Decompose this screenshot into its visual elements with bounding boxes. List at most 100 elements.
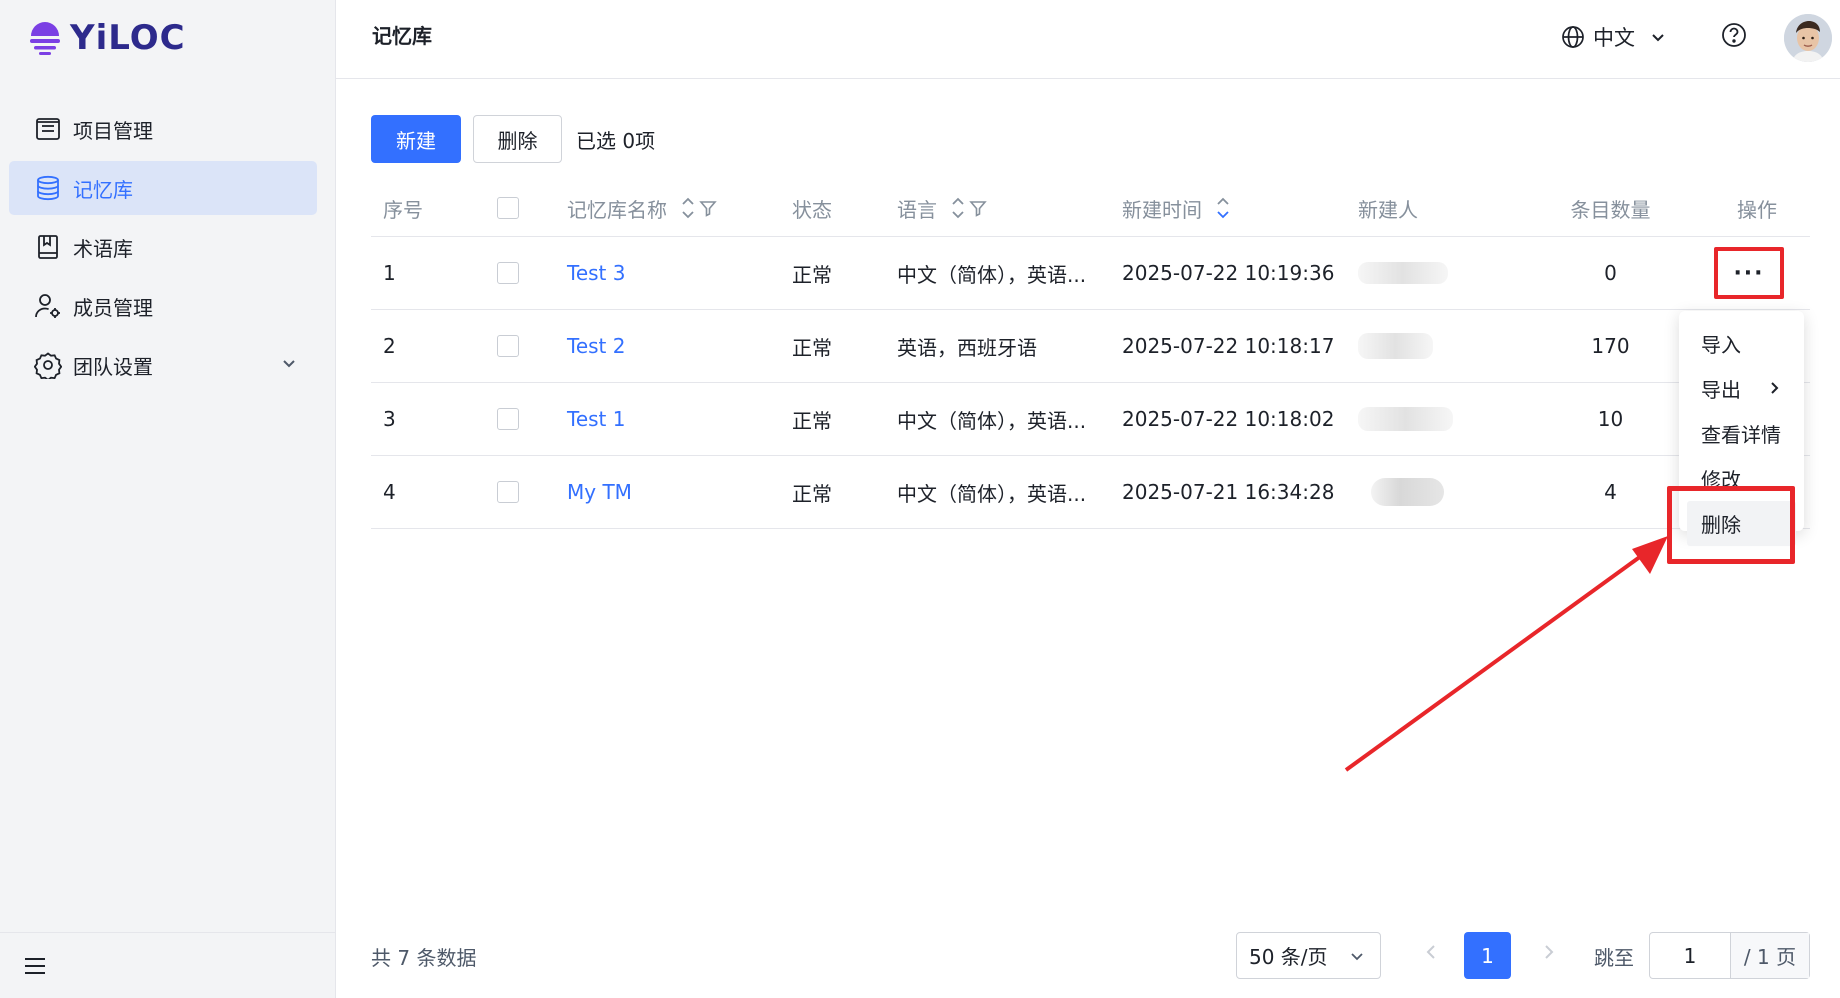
sort-icon[interactable]	[951, 195, 965, 221]
memory-name-link[interactable]: My TM	[567, 456, 632, 528]
row-language: 中文（简体），英语...	[897, 262, 1087, 287]
row-status: 正常	[792, 335, 832, 360]
sidebar-item-label: 术语库	[73, 236, 133, 261]
chevron-down-icon	[1652, 34, 1664, 42]
sidebar-item-memory[interactable]: 记忆库	[9, 161, 317, 215]
row-created-time: 2025-07-22 10:18:02	[1122, 407, 1335, 431]
jump-page-input[interactable]: 1	[1650, 933, 1731, 978]
new-button[interactable]: 新建	[371, 115, 461, 163]
select-all-checkbox[interactable]	[497, 180, 519, 236]
col-language[interactable]: 语言	[897, 180, 987, 236]
row-status: 正常	[792, 481, 832, 506]
row-created-time: 2025-07-22 10:18:17	[1122, 334, 1335, 358]
blurred-creator	[1358, 407, 1453, 431]
row-checkbox[interactable]	[497, 383, 519, 455]
col-name[interactable]: 记忆库名称	[567, 180, 717, 236]
row-creator-blurred	[1358, 383, 1453, 455]
sidebar: YiLOC 项目管理 记忆库 术语库 成员管理 团队设置	[0, 0, 336, 998]
col-index: 序号	[383, 197, 423, 222]
row-index: 1	[383, 261, 396, 285]
language-switcher[interactable]: 中文	[1561, 22, 1667, 52]
sidebar-item-label: 团队设置	[73, 354, 153, 379]
top-header: 记忆库 中文	[336, 0, 1840, 79]
row-language: 中文（简体），英语...	[897, 481, 1087, 506]
sort-icon[interactable]	[681, 195, 695, 221]
page-size-select[interactable]: 50 条/页	[1236, 932, 1381, 979]
prev-page-icon[interactable]	[1420, 940, 1444, 964]
gear-icon	[33, 350, 63, 380]
language-label: 中文	[1593, 26, 1635, 50]
hamburger-icon[interactable]	[24, 956, 46, 976]
row-creator-blurred	[1358, 237, 1448, 309]
row-checkbox[interactable]	[497, 310, 519, 382]
sidebar-nav: 项目管理 记忆库 术语库 成员管理 团队设置	[9, 102, 317, 397]
memory-table: 序号 记忆库名称 状态 语言 新建时间 新建人 条目数量 操作 1 Test 3…	[371, 180, 1810, 529]
filter-icon[interactable]	[969, 199, 987, 217]
checkbox-box[interactable]	[497, 335, 519, 357]
selected-count: 已选 0项	[576, 128, 656, 153]
sidebar-item-projects[interactable]: 项目管理	[9, 102, 317, 156]
menu-item-import[interactable]: 导入	[1679, 321, 1804, 366]
chevron-down-icon	[1351, 953, 1363, 961]
jump-to-page: 1 / 1 页	[1649, 932, 1810, 979]
annotation-arrow-icon	[1344, 536, 1668, 772]
col-actions: 操作	[1737, 197, 1777, 222]
row-language: 中文（简体），英语...	[897, 408, 1087, 433]
sidebar-item-label: 记忆库	[73, 177, 133, 202]
checkbox-box[interactable]	[497, 481, 519, 503]
page-size-value: 50 条/页	[1249, 945, 1328, 969]
chevron-down-icon[interactable]	[279, 353, 299, 373]
sidebar-footer	[0, 932, 336, 998]
blurred-creator	[1358, 262, 1448, 284]
row-count: 170	[1591, 334, 1630, 358]
page-title: 记忆库	[372, 24, 432, 48]
delete-button[interactable]: 删除	[473, 115, 562, 163]
help-circle-icon[interactable]	[1721, 22, 1747, 48]
more-actions-button[interactable]: ···	[1714, 247, 1784, 299]
checkbox-box[interactable]	[497, 262, 519, 284]
blurred-creator	[1358, 333, 1433, 359]
row-count: 10	[1597, 407, 1624, 431]
row-language: 英语，西班牙语	[897, 335, 1037, 360]
logo[interactable]: YiLOC	[28, 16, 186, 60]
row-status: 正常	[792, 408, 832, 433]
col-status: 状态	[792, 197, 832, 222]
sidebar-item-members[interactable]: 成员管理	[9, 279, 317, 333]
row-created-time: 2025-07-21 16:34:28	[1122, 480, 1335, 504]
row-created-time: 2025-07-22 10:19:36	[1122, 261, 1335, 285]
checkbox-box[interactable]	[497, 197, 519, 219]
menu-item-view-details[interactable]: 查看详情	[1679, 411, 1804, 456]
row-creator-blurred	[1358, 310, 1433, 382]
database-icon	[33, 173, 63, 203]
total-pages-label: / 1 页	[1731, 933, 1809, 978]
table-row: 4 My TM 正常 中文（简体），英语... 2025-07-21 16:34…	[371, 456, 1810, 529]
sidebar-item-team-settings[interactable]: 团队设置	[9, 338, 317, 392]
sort-desc-icon[interactable]	[1216, 195, 1230, 221]
jump-label: 跳至	[1594, 946, 1634, 970]
row-index: 2	[383, 334, 396, 358]
list-icon	[33, 114, 63, 144]
row-actions: ···	[1714, 237, 1784, 309]
brand-name: YiLOC	[70, 18, 186, 58]
col-created-time[interactable]: 新建时间	[1122, 180, 1230, 236]
row-checkbox[interactable]	[497, 237, 519, 309]
toolbar: 新建 删除 已选 0项	[371, 115, 655, 163]
col-language-label: 语言	[897, 197, 937, 222]
next-page-icon[interactable]	[1536, 940, 1560, 964]
sidebar-item-termbase[interactable]: 术语库	[9, 220, 317, 274]
col-creator: 新建人	[1358, 197, 1418, 222]
row-checkbox[interactable]	[497, 456, 519, 528]
menu-item-export[interactable]: 导出	[1679, 366, 1804, 411]
filter-icon[interactable]	[699, 199, 717, 217]
row-status: 正常	[792, 262, 832, 287]
memory-name-link[interactable]: Test 3	[567, 237, 625, 309]
blurred-creator	[1371, 478, 1444, 506]
memory-name-link[interactable]: Test 2	[567, 310, 625, 382]
row-index: 4	[383, 480, 396, 504]
avatar[interactable]	[1784, 14, 1832, 62]
page-number-button[interactable]: 1	[1464, 932, 1511, 979]
memory-name-link[interactable]: Test 1	[567, 383, 625, 455]
user-settings-icon	[33, 291, 63, 321]
col-name-label: 记忆库名称	[567, 197, 667, 222]
checkbox-box[interactable]	[497, 408, 519, 430]
